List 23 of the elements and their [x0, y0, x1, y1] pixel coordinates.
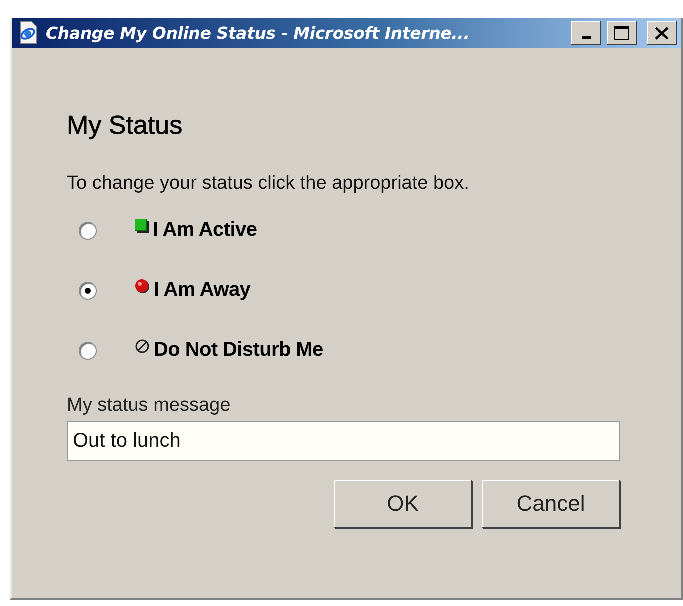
option-label: Do Not Disturb Me	[154, 338, 324, 362]
status-message-field[interactable]: Out to lunch	[67, 421, 620, 461]
close-icon	[655, 26, 669, 40]
radio-button[interactable]	[79, 222, 97, 240]
status-square-icon	[135, 219, 149, 233]
close-button[interactable]	[647, 21, 677, 45]
window-title: Change My Online Status - Microsoft Interne...	[46, 24, 471, 42]
status-dot-icon	[135, 278, 150, 294]
maximize-button[interactable]	[607, 21, 637, 45]
minimize-button[interactable]	[571, 21, 601, 45]
radio-button[interactable]	[79, 342, 97, 360]
dialog-button[interactable]: OK	[334, 480, 472, 528]
dialog-button[interactable]: Cancel	[482, 480, 620, 528]
field-label: My status message	[67, 395, 232, 417]
section-heading: My Status	[67, 110, 184, 141]
minimize-icon	[582, 36, 590, 38]
option-label: I Am Active	[153, 218, 258, 242]
radio-button[interactable]	[79, 282, 97, 300]
prohibited-icon	[135, 338, 150, 354]
instruction-text: To change your status click the appropriate box.	[67, 173, 470, 195]
maximize-icon	[614, 26, 630, 40]
browser-icon	[18, 21, 40, 45]
option-label: I Am Away	[154, 278, 251, 302]
